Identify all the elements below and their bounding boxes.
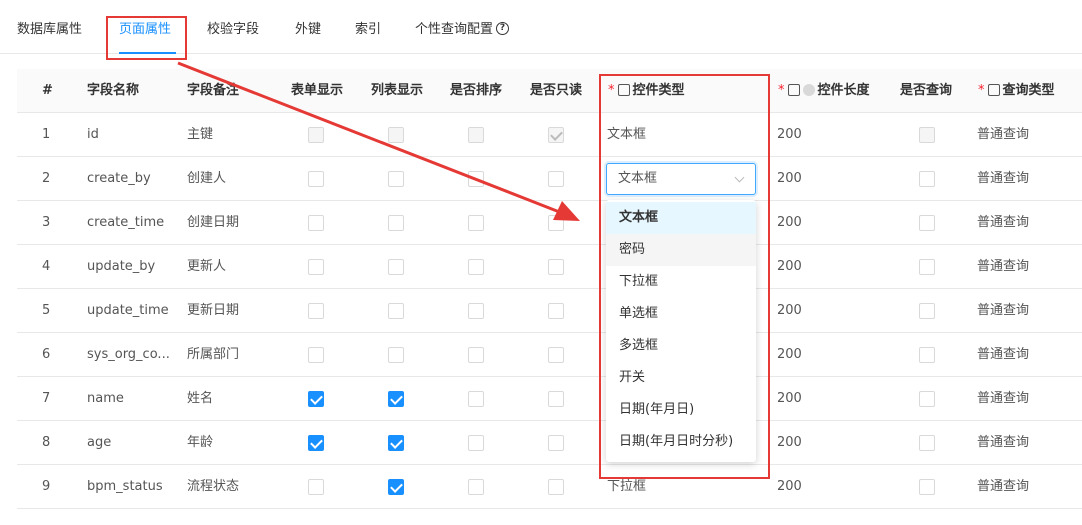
annotation-arrow: [177, 61, 580, 221]
arrow-shaft: [177, 61, 563, 215]
